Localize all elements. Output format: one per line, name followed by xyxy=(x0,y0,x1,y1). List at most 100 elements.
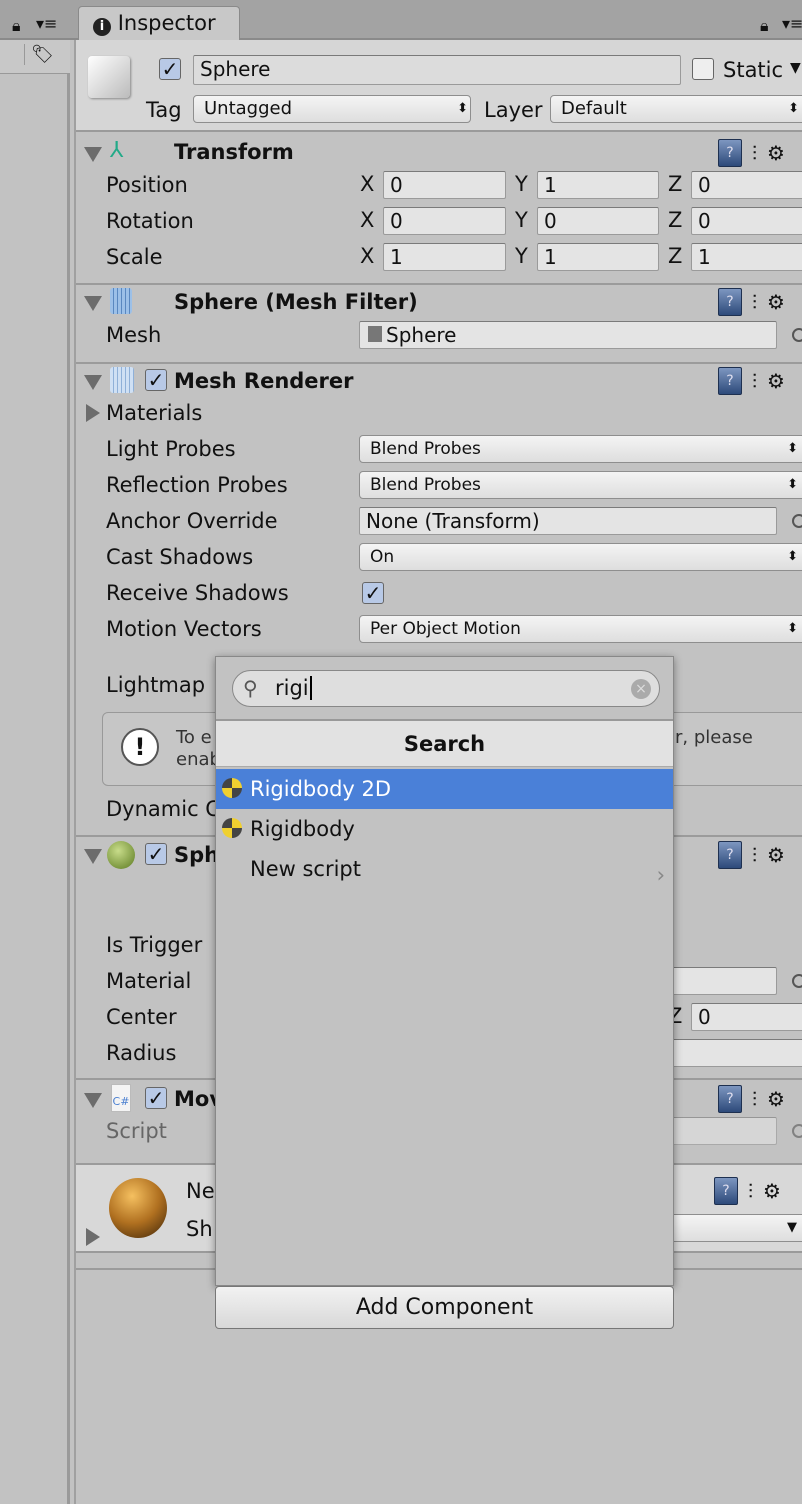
gear-icon[interactable]: ⚙ xyxy=(767,141,785,165)
transform-position-y-field[interactable]: 1 xyxy=(537,171,659,199)
active-checkbox[interactable]: ✓ xyxy=(159,58,181,80)
gear-icon[interactable]: ⚙ xyxy=(767,290,785,314)
chevron-right-icon: › xyxy=(656,863,665,887)
help-icon[interactable]: ? xyxy=(718,1085,742,1113)
object-picker-icon[interactable] xyxy=(792,328,802,342)
popup-item-label: Rigidbody xyxy=(250,817,355,841)
popup-item-label: Rigidbody 2D xyxy=(250,777,392,801)
foldout-mesh-renderer[interactable] xyxy=(84,375,102,390)
foldout-script[interactable] xyxy=(84,1093,102,1108)
tab-inspector[interactable]: i Inspector xyxy=(78,6,240,42)
popup-item[interactable]: Rigidbody xyxy=(216,809,673,849)
transform-scale-label: Scale xyxy=(106,245,163,269)
object-picker-icon[interactable] xyxy=(792,1124,802,1138)
static-dropdown-icon[interactable]: ▼ xyxy=(790,60,801,76)
mesh-renderer-title: Mesh Renderer xyxy=(174,369,354,393)
light-probes-dropdown[interactable]: Blend Probes ⬍ xyxy=(359,435,802,463)
help-icon[interactable]: ? xyxy=(718,367,742,395)
gameobject-cube-icon[interactable] xyxy=(88,56,130,98)
cast-shadows-label: Cast Shadows xyxy=(106,545,254,569)
axis-z-label: Z xyxy=(668,172,683,196)
help-icon[interactable]: ? xyxy=(718,841,742,869)
static-checkbox[interactable] xyxy=(692,58,714,80)
cast-shadows-dropdown[interactable]: On ⬍ xyxy=(359,543,802,571)
help-icon[interactable]: ? xyxy=(718,139,742,167)
reflection-probes-dropdown[interactable]: Blend Probes ⬍ xyxy=(359,471,802,499)
foldout-mesh-filter[interactable] xyxy=(84,296,102,311)
preset-icon[interactable]: ⫶ xyxy=(752,369,757,393)
receive-shadows-checkbox[interactable]: ✓ xyxy=(362,582,384,604)
transform-scale-y-field[interactable]: 1 xyxy=(537,243,659,271)
anchor-override-label: Anchor Override xyxy=(106,509,278,533)
transform-scale-z-field[interactable]: 1 xyxy=(691,243,802,271)
transform-position-x-field[interactable]: 0 xyxy=(383,171,506,199)
receive-shadows-label: Receive Shadows xyxy=(106,581,289,605)
center-z-field[interactable]: 0 xyxy=(691,1003,802,1031)
dynamic-occludee-label: Dynamic C xyxy=(106,797,220,821)
transform-position-z-field[interactable]: 0 xyxy=(691,171,802,199)
sphere-collider-title: Sph xyxy=(174,843,220,867)
radius-label: Radius xyxy=(106,1041,177,1065)
script-enabled-checkbox[interactable]: ✓ xyxy=(145,1087,167,1109)
lock-icon[interactable]: 🔒︎ xyxy=(12,16,21,36)
preset-icon[interactable]: ⫶ xyxy=(752,141,757,165)
name-field[interactable]: Sphere xyxy=(193,55,681,85)
motion-vectors-dropdown[interactable]: Per Object Motion ⬍ xyxy=(359,615,802,643)
foldout-sphere-collider[interactable] xyxy=(84,849,102,864)
menu-icon-right[interactable]: ▾≡ xyxy=(782,14,802,33)
popup-item[interactable]: Rigidbody 2D xyxy=(216,769,673,809)
lightmap-label: Lightmap xyxy=(106,673,206,697)
updown-icon: ⬍ xyxy=(788,101,799,116)
anchor-override-field[interactable]: None (Transform) xyxy=(359,507,777,535)
gear-icon[interactable]: ⚙ xyxy=(767,843,785,867)
gear-icon[interactable]: ⚙ xyxy=(763,1179,781,1203)
foldout-transform[interactable] xyxy=(84,147,102,162)
foldout-materials[interactable] xyxy=(86,404,100,422)
materials-label[interactable]: Materials xyxy=(106,400,202,426)
tab-title: Inspector xyxy=(117,11,216,35)
tag-icon[interactable]: 🏷︎ xyxy=(24,44,54,65)
gear-icon[interactable]: ⚙ xyxy=(767,1087,785,1111)
mesh-filter-title: Sphere (Mesh Filter) xyxy=(174,290,418,314)
component-icons: ? ⫶ ⚙ xyxy=(714,1177,781,1205)
object-picker-icon[interactable] xyxy=(792,974,802,988)
menu-icon[interactable]: ▾≡ xyxy=(36,14,57,33)
transform-rotation-y-field[interactable]: 0 xyxy=(537,207,659,235)
foldout-material[interactable] xyxy=(86,1228,100,1246)
material-name: Ne xyxy=(186,1179,215,1203)
preset-icon[interactable]: ⫶ xyxy=(752,843,757,867)
axis-z-label: Z xyxy=(668,208,683,232)
updown-icon: ⬍ xyxy=(457,101,468,116)
object-picker-icon[interactable] xyxy=(792,514,802,528)
preset-icon[interactable]: ⫶ xyxy=(752,1087,757,1111)
help-icon[interactable]: ? xyxy=(714,1177,738,1205)
layer-label: Layer xyxy=(484,98,543,122)
tag-dropdown[interactable]: Untagged ⬍ xyxy=(193,95,471,123)
mesh-renderer-icon xyxy=(110,367,134,393)
layer-dropdown[interactable]: Default ⬍ xyxy=(550,95,802,123)
preset-icon[interactable]: ⫶ xyxy=(748,1179,753,1203)
transform-scale-x-field[interactable]: 1 xyxy=(383,243,506,271)
mesh-field[interactable]: Sphere xyxy=(359,321,777,349)
sphere-collider-icon xyxy=(107,841,135,869)
gear-icon[interactable]: ⚙ xyxy=(767,369,785,393)
clear-search-icon[interactable]: × xyxy=(631,679,651,699)
transform-rotation-x-field[interactable]: 0 xyxy=(383,207,506,235)
lock-icon-right[interactable]: 🔒︎ xyxy=(760,16,769,36)
sphere-collider-enabled-checkbox[interactable]: ✓ xyxy=(145,843,167,865)
mesh-renderer-enabled-checkbox[interactable]: ✓ xyxy=(145,369,167,391)
transform-position-label: Position xyxy=(106,173,188,197)
popup-item[interactable]: › New script xyxy=(216,849,673,889)
help-icon[interactable]: ? xyxy=(718,288,742,316)
preset-icon[interactable]: ⫶ xyxy=(752,290,757,314)
add-component-popup: ⚲ rigi × Search Rigidbody 2D Rigidbody › Ne… xyxy=(215,656,674,1286)
axis-y-label: Y xyxy=(515,208,528,232)
search-icon: ⚲ xyxy=(243,676,258,700)
material-label: Material xyxy=(106,969,192,993)
transform-rotation-z-field[interactable]: 0 xyxy=(691,207,802,235)
component-icons: ? ⫶ ⚙ xyxy=(718,1085,785,1113)
add-component-button[interactable]: Add Component xyxy=(215,1286,674,1329)
search-input[interactable]: ⚲ rigi × xyxy=(232,670,660,707)
is-trigger-label: Is Trigger xyxy=(106,933,203,957)
axis-z-label: Z xyxy=(668,244,683,268)
